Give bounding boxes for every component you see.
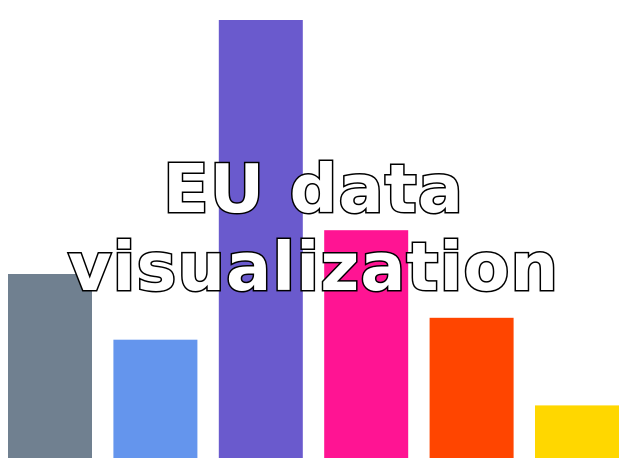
- bar-6: [535, 405, 619, 458]
- logo-title-line-1: EU data: [162, 149, 465, 230]
- bar-5: [429, 317, 514, 458]
- bar-2: [113, 339, 198, 458]
- logo-graphic: EU data visualization: [0, 0, 627, 458]
- logo-title: EU data visualization: [0, 149, 627, 308]
- logo-title-line-2: visualization: [66, 227, 560, 308]
